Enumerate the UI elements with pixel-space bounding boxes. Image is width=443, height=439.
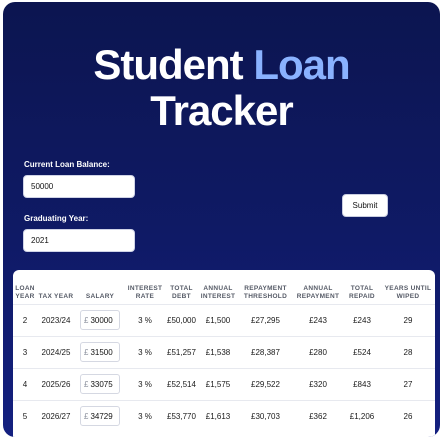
loan-table-container: LOAN YEAR TAX YEAR SALARY INTEREST RATE …: [13, 270, 435, 437]
total-debt-cell: £51,257: [165, 335, 198, 368]
interest-rate-cell: 3 %: [125, 303, 165, 336]
currency-symbol: £: [84, 315, 89, 325]
total-repaid-cell: £1,206: [343, 399, 381, 432]
header-years-until-wiped: YEARS UNTIL WIPED: [384, 284, 432, 300]
salary-cell: £30000: [75, 303, 125, 336]
table-row: 3 2024/25 £31500 3 % £51,257 £1,538 £28,…: [13, 335, 435, 368]
app-frame: Student Loan Tracker Current Loan Balanc…: [3, 2, 440, 437]
tax-year-cell: 2023/24: [37, 303, 75, 336]
threshold-cell: £27,295: [238, 303, 293, 336]
salary-cell: £33075: [75, 367, 125, 400]
page-title: Student Loan Tracker: [3, 42, 440, 134]
loan-year-cell: 4: [13, 367, 37, 400]
salary-input[interactable]: £30000: [80, 310, 120, 330]
submit-button[interactable]: Submit: [342, 194, 388, 217]
table-row: 5 2026/27 £34729 3 % £53,770 £1,613 £30,…: [13, 399, 435, 432]
table-header-row: LOAN YEAR TAX YEAR SALARY INTEREST RATE …: [13, 270, 435, 304]
table-row: 2 2023/24 £30000 3 % £50,000 £1,500 £27,…: [13, 303, 435, 336]
salary-value: 33075: [90, 379, 113, 389]
salary-cell: £31500: [75, 335, 125, 368]
annual-interest-cell: £1,538: [198, 335, 238, 368]
annual-repayment-cell: £362: [293, 399, 343, 432]
threshold-cell: £30,703: [238, 399, 293, 432]
years-until-wiped-cell: 29: [381, 303, 435, 336]
header-annual-repayment: ANNUAL REPAYMENT: [296, 284, 340, 300]
interest-rate-cell: 3 %: [125, 399, 165, 432]
total-debt-cell: £52,514: [165, 367, 198, 400]
annual-repayment-cell: £320: [293, 367, 343, 400]
header-total-repaid: TOTAL REPAID: [349, 284, 375, 300]
loan-year-cell: 5: [13, 399, 37, 432]
salary-input[interactable]: £31500: [80, 342, 120, 362]
loan-year-cell: 3: [13, 335, 37, 368]
total-repaid-cell: £524: [343, 335, 381, 368]
salary-input[interactable]: £33075: [80, 374, 120, 394]
balance-label: Current Loan Balance:: [24, 160, 110, 169]
currency-symbol: £: [84, 347, 89, 357]
salary-cell: £34729: [75, 399, 125, 432]
interest-rate-cell: 3 %: [125, 367, 165, 400]
header-tax-year: TAX YEAR: [38, 292, 74, 300]
tax-year-cell: 2024/25: [37, 335, 75, 368]
header-salary: SALARY: [85, 292, 115, 300]
interest-rate-cell: 3 %: [125, 335, 165, 368]
salary-value: 34729: [90, 411, 113, 421]
header-annual-interest: ANNUAL INTEREST: [200, 284, 236, 300]
years-until-wiped-cell: 26: [381, 399, 435, 432]
annual-interest-cell: £1,613: [198, 399, 238, 432]
threshold-cell: £29,522: [238, 367, 293, 400]
header-interest-rate: INTEREST RATE: [127, 284, 163, 300]
annual-repayment-cell: £243: [293, 303, 343, 336]
header-total-debt: TOTAL DEBT: [170, 284, 193, 300]
salary-input[interactable]: £34729: [80, 406, 120, 427]
annual-interest-cell: £1,500: [198, 303, 238, 336]
loan-year-cell: 2: [13, 303, 37, 336]
title-word-student: Student: [93, 41, 243, 88]
salary-value: 31500: [90, 347, 113, 357]
balance-input[interactable]: [23, 175, 135, 198]
annual-interest-cell: £1,575: [198, 367, 238, 400]
grad-year-label: Graduating Year:: [24, 214, 89, 223]
annual-repayment-cell: £280: [293, 335, 343, 368]
total-debt-cell: £50,000: [165, 303, 198, 336]
table-row: 4 2025/26 £33075 3 % £52,514 £1,575 £29,…: [13, 367, 435, 400]
tax-year-cell: 2025/26: [37, 367, 75, 400]
total-debt-cell: £53,770: [165, 399, 198, 432]
loan-table: LOAN YEAR TAX YEAR SALARY INTEREST RATE …: [13, 270, 435, 432]
salary-value: 30000: [90, 315, 113, 325]
tax-year-cell: 2026/27: [37, 399, 75, 432]
title-word-tracker: Tracker: [150, 87, 293, 134]
title-word-loan: Loan: [253, 41, 350, 88]
grad-year-input[interactable]: [23, 229, 135, 252]
total-repaid-cell: £243: [343, 303, 381, 336]
threshold-cell: £28,387: [238, 335, 293, 368]
years-until-wiped-cell: 28: [381, 335, 435, 368]
currency-symbol: £: [84, 379, 89, 389]
header-repayment-threshold: REPAYMENT THRESHOLD: [243, 284, 288, 300]
header-loan-year: LOAN YEAR: [15, 284, 35, 300]
total-repaid-cell: £843: [343, 367, 381, 400]
years-until-wiped-cell: 27: [381, 367, 435, 400]
currency-symbol: £: [84, 411, 89, 421]
